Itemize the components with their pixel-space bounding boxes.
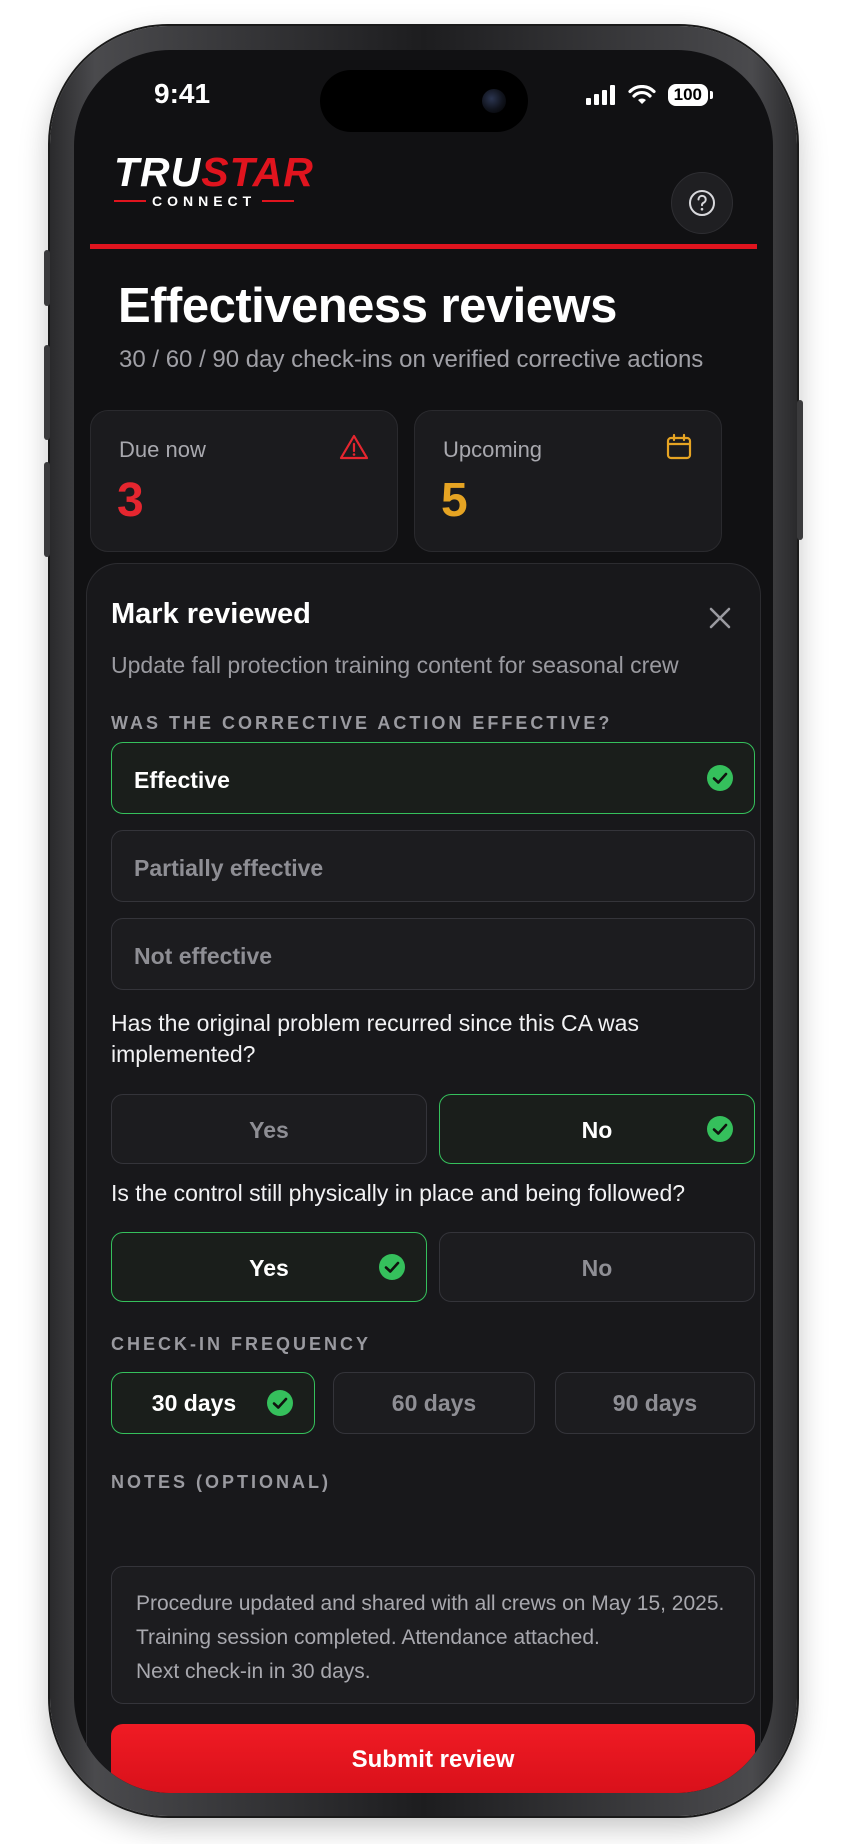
logo-tru: TRU	[114, 149, 202, 195]
recurred-yes-button[interactable]: Yes	[111, 1094, 427, 1164]
submit-review-button[interactable]: Submit review	[111, 1724, 755, 1793]
logo-wordmark: TRUSTAR	[114, 149, 314, 195]
segment-label: No	[581, 1255, 613, 1281]
battery-tip	[710, 91, 713, 99]
upcoming-value: 5	[441, 474, 468, 527]
option-effective[interactable]: Effective	[111, 742, 755, 814]
warning-triangle-icon	[339, 434, 369, 460]
logo-line-right	[262, 200, 295, 202]
check-circle-icon	[707, 765, 733, 791]
option-label: Effective	[134, 767, 230, 793]
camera-icon	[482, 89, 506, 113]
sheet-subtitle: Update fall protection training content …	[111, 652, 679, 678]
header-divider	[90, 244, 757, 249]
upcoming-label: Upcoming	[443, 437, 543, 462]
logo-connect: CONNECT	[152, 193, 257, 209]
frequency-90-days[interactable]: 90 days	[555, 1372, 755, 1434]
close-icon[interactable]	[704, 602, 736, 634]
segment-label: 90 days	[612, 1390, 698, 1416]
control-yes-button[interactable]: Yes	[111, 1232, 427, 1302]
logo-line-left	[114, 200, 146, 202]
logo-star: STAR	[201, 149, 314, 195]
recurred-question: Has the original problem recurred since …	[111, 1010, 639, 1067]
option-label: Not effective	[134, 943, 273, 969]
check-circle-icon	[379, 1254, 405, 1280]
trustar-logo[interactable]: TRUSTAR CONNECT	[114, 152, 314, 209]
due-now-value: 3	[117, 474, 144, 527]
page-title: Effectiveness reviews	[118, 279, 617, 333]
power-button	[797, 400, 803, 540]
control-question: Is the control still physically in place…	[111, 1180, 686, 1206]
check-circle-icon	[707, 1116, 733, 1142]
due-now-card[interactable]: Due now 3	[90, 410, 398, 552]
action-button	[44, 250, 50, 306]
mark-reviewed-sheet: Mark reviewed Update fall protection tra…	[86, 563, 761, 1793]
volume-down-button	[44, 462, 50, 557]
frequency-30-days[interactable]: 30 days	[111, 1372, 315, 1434]
app-header: TRUSTAR CONNECT	[74, 140, 773, 244]
check-circle-icon	[267, 1390, 293, 1416]
question-circle-icon	[689, 190, 715, 216]
dynamic-island	[320, 70, 528, 132]
recurred-no-button[interactable]: No	[439, 1094, 755, 1164]
effectiveness-label: WAS THE CORRECTIVE ACTION EFFECTIVE?	[111, 713, 613, 733]
segment-label: 60 days	[391, 1390, 477, 1416]
notes-label: NOTES (OPTIONAL)	[111, 1472, 331, 1492]
segment-label: Yes	[249, 1117, 289, 1143]
frequency-60-days[interactable]: 60 days	[333, 1372, 535, 1434]
logo-subtitle: CONNECT	[114, 193, 314, 209]
signal-icon	[585, 85, 615, 105]
due-now-label: Due now	[119, 437, 206, 462]
help-button[interactable]	[671, 172, 733, 234]
upcoming-card[interactable]: Upcoming 5	[414, 410, 722, 552]
status-time: 9:41	[154, 78, 211, 109]
sheet-title: Mark reviewed	[111, 598, 311, 630]
notes-textarea[interactable]: Procedure updated and shared with all cr…	[111, 1566, 755, 1704]
option-partially-effective[interactable]: Partially effective	[111, 830, 755, 902]
page-subtitle: 30 / 60 / 90 day check-ins on verified c…	[119, 346, 704, 373]
volume-up-button	[44, 345, 50, 440]
status-icons: 100	[585, 84, 713, 106]
app-screen: 9:41 100 TRUSTAR CONNECT Effectiveness r…	[74, 50, 773, 1793]
option-label: Partially effective	[134, 855, 324, 881]
option-not-effective[interactable]: Not effective	[111, 918, 755, 990]
wifi-icon	[628, 85, 656, 104]
segment-label: 30 days	[151, 1390, 237, 1416]
battery-level: 100	[667, 84, 708, 106]
battery-icon: 100	[667, 84, 713, 106]
control-no-button[interactable]: No	[439, 1232, 755, 1302]
frequency-label: CHECK-IN FREQUENCY	[111, 1334, 372, 1354]
calendar-icon	[666, 433, 692, 460]
